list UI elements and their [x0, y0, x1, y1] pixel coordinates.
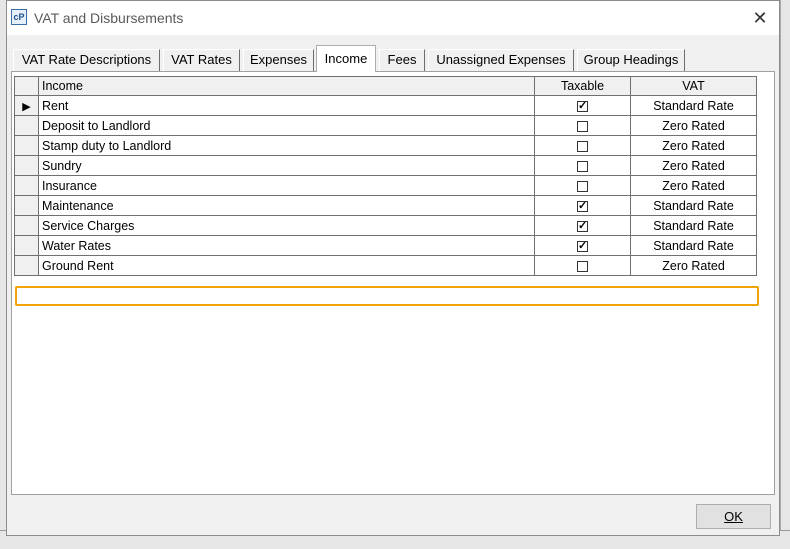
row-highlight-box	[15, 286, 759, 306]
row-selector[interactable]	[14, 255, 39, 276]
taxable-cell[interactable]: ✓	[534, 235, 631, 256]
taxable-cell[interactable]	[534, 175, 631, 196]
vat-cell[interactable]: Standard Rate	[630, 215, 757, 236]
ok-button-label: OK	[724, 509, 743, 524]
table-row[interactable]: ▶ Rent ✓ Standard Rate	[14, 95, 757, 116]
tab-fees[interactable]: Fees	[379, 49, 425, 71]
vat-cell[interactable]: Zero Rated	[630, 175, 757, 196]
income-tab-panel: Income Taxable VAT ▶ Rent ✓ Standard Rat…	[11, 71, 775, 495]
column-header-vat[interactable]: VAT	[630, 76, 757, 96]
table-row[interactable]: Water Rates ✓ Standard Rate	[14, 235, 757, 256]
table-row[interactable]: Stamp duty to Landlord Zero Rated	[14, 135, 757, 156]
taxable-checkbox[interactable]: ✓	[577, 220, 588, 232]
vat-cell[interactable]: Standard Rate	[630, 195, 757, 216]
income-name-cell[interactable]: Water Rates	[38, 235, 535, 256]
table-row[interactable]: Deposit to Landlord Zero Rated	[14, 115, 757, 136]
close-button[interactable]: ✕	[747, 5, 773, 31]
ok-button[interactable]: OK	[696, 504, 771, 529]
taxable-checkbox[interactable]	[577, 160, 588, 172]
row-selector[interactable]	[14, 175, 39, 196]
window-title: VAT and Disbursements	[34, 10, 184, 26]
background-right-strip	[780, 0, 790, 548]
row-selector-header	[14, 76, 39, 96]
income-name-cell[interactable]: Sundry	[38, 155, 535, 176]
taxable-checkbox[interactable]: ✓	[577, 100, 588, 112]
tab-expenses[interactable]: Expenses	[243, 49, 314, 71]
income-name-cell[interactable]: Service Charges	[38, 215, 535, 236]
income-grid: Income Taxable VAT ▶ Rent ✓ Standard Rat…	[14, 76, 757, 276]
taxable-checkbox[interactable]	[577, 120, 588, 132]
tab-vat-rate-descriptions[interactable]: VAT Rate Descriptions	[13, 49, 160, 71]
taxable-cell[interactable]: ✓	[534, 215, 631, 236]
taxable-cell[interactable]	[534, 115, 631, 136]
taxable-checkbox[interactable]: ✓	[577, 200, 588, 212]
income-name-cell[interactable]: Stamp duty to Landlord	[38, 135, 535, 156]
row-selector[interactable]	[14, 115, 39, 136]
table-row[interactable]: Insurance Zero Rated	[14, 175, 757, 196]
taxable-cell[interactable]: ✓	[534, 195, 631, 216]
column-header-taxable[interactable]: Taxable	[534, 76, 631, 96]
vat-cell[interactable]: Zero Rated	[630, 135, 757, 156]
income-name-cell[interactable]: Rent	[38, 95, 535, 116]
row-selector[interactable]: ▶	[14, 95, 39, 116]
vat-cell[interactable]: Standard Rate	[630, 95, 757, 116]
taxable-cell[interactable]	[534, 135, 631, 156]
vat-disbursements-dialog: cP VAT and Disbursements ✕ VAT Rate Desc…	[6, 0, 780, 536]
vat-cell[interactable]: Zero Rated	[630, 255, 757, 276]
row-selector[interactable]	[14, 195, 39, 216]
taxable-cell[interactable]: ✓	[534, 95, 631, 116]
vat-cell[interactable]: Zero Rated	[630, 155, 757, 176]
vat-cell[interactable]: Standard Rate	[630, 235, 757, 256]
current-row-arrow-icon: ▶	[22, 100, 31, 113]
income-name-cell[interactable]: Maintenance	[38, 195, 535, 216]
tab-unassigned-expenses[interactable]: Unassigned Expenses	[428, 49, 574, 71]
table-row[interactable]: Sundry Zero Rated	[14, 155, 757, 176]
title-bar: cP VAT and Disbursements ✕	[7, 1, 779, 35]
row-selector[interactable]	[14, 155, 39, 176]
income-name-cell[interactable]: Ground Rent	[38, 255, 535, 276]
vat-cell[interactable]: Zero Rated	[630, 115, 757, 136]
column-header-income[interactable]: Income	[38, 76, 535, 96]
taxable-cell[interactable]	[534, 255, 631, 276]
tab-income[interactable]: Income	[316, 45, 376, 72]
grid-header-row: Income Taxable VAT	[14, 76, 757, 96]
row-selector[interactable]	[14, 215, 39, 236]
taxable-checkbox[interactable]	[577, 180, 588, 192]
table-row[interactable]: Ground Rent Zero Rated	[14, 255, 757, 276]
table-row-highlighted[interactable]: Service Charges ✓ Standard Rate	[14, 215, 757, 236]
app-icon: cP	[11, 9, 27, 25]
income-name-cell[interactable]: Insurance	[38, 175, 535, 196]
taxable-checkbox[interactable]	[577, 260, 588, 272]
taxable-cell[interactable]	[534, 155, 631, 176]
taxable-checkbox[interactable]: ✓	[577, 240, 588, 252]
table-row[interactable]: Maintenance ✓ Standard Rate	[14, 195, 757, 216]
row-selector[interactable]	[14, 235, 39, 256]
taxable-checkbox[interactable]	[577, 140, 588, 152]
row-selector[interactable]	[14, 135, 39, 156]
income-name-cell[interactable]: Deposit to Landlord	[38, 115, 535, 136]
tab-vat-rates[interactable]: VAT Rates	[163, 49, 240, 71]
tab-group-headings[interactable]: Group Headings	[577, 49, 685, 71]
